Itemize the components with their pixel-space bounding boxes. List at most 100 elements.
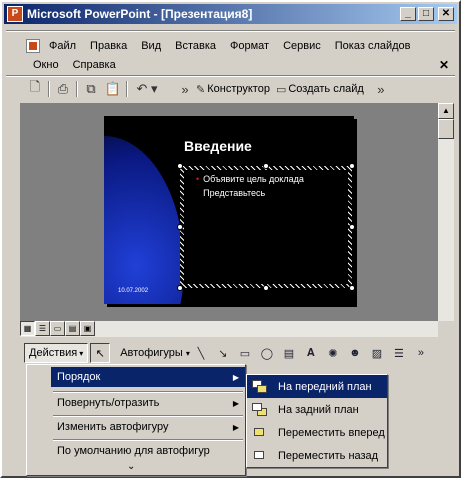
resize-handle[interactable] [349,224,354,230]
menu-item-order[interactable]: Порядок ▶ [51,367,245,387]
submenu-item-send-backward[interactable]: Переместить назад [247,444,387,467]
textbox-tool-icon[interactable]: ▤ [278,347,300,360]
bullet-icon: • [196,174,200,184]
menu-bar-row2: Окно Справка ✕ [4,56,457,74]
close-button[interactable]: ✕ [438,7,454,21]
drawing-toolbar: Действия ▾ ↖ Автофигуры ▾ ╲ ↘ ▭ ◯ ▤ 𝐀 ✺ … [4,342,457,364]
menu-view[interactable]: Вид [134,40,168,52]
menu-file[interactable]: Файл [42,40,83,52]
horizontal-scrollbar[interactable]: ▦ ☰ ▭ ▤ ▣ [20,321,438,337]
resize-handle[interactable] [263,285,269,291]
vertical-scrollbar[interactable]: ▲ [438,103,454,321]
toolbar-more-icon[interactable]: » [174,79,196,99]
toolbar-separator [48,81,50,97]
resize-handle[interactable] [349,163,354,169]
normal-view-icon[interactable]: ▦ [20,321,35,336]
menu-item-label: По умолчанию для автофигур [57,445,210,457]
select-pointer-icon[interactable]: ↖ [90,343,111,363]
resize-handle[interactable] [177,224,183,230]
rectangle-tool-icon[interactable]: ▭ [234,347,256,360]
menu-help[interactable]: Справка [66,59,123,71]
wordart-icon[interactable]: 𝐀 [300,347,322,360]
send-to-back-icon [252,402,268,417]
menu-tools[interactable]: Сервис [276,40,328,52]
oval-tool-icon[interactable]: ◯ [256,347,278,360]
scroll-up-icon[interactable]: ▲ [438,103,454,119]
outline-view-icon[interactable]: ☰ [35,321,50,336]
slide-workspace[interactable]: Введение 10.07.2002 • Объявите цель докла… [20,103,438,321]
slide-view-icon[interactable]: ▭ [50,321,65,336]
bring-forward-icon [252,426,268,440]
send-backward-icon [252,449,268,463]
new-slide-label: Создать слайд [288,83,364,95]
document-icon[interactable] [26,39,40,53]
designer-button[interactable]: ✎ Конструктор [196,83,270,96]
bullet-text: Представьтесь [203,188,266,198]
resize-handle[interactable] [349,285,354,291]
menu-item-change-autoshape[interactable]: Изменить автофигуру ▶ [51,417,245,437]
menu-edit[interactable]: Правка [83,40,134,52]
text-placeholder[interactable]: •Объявите цель доклада •Представьтесь [180,166,352,288]
submenu-item-label: На задний план [278,403,359,416]
title-bar[interactable]: P Microsoft PowerPoint - [Презентация8] … [4,4,457,24]
line-style-icon[interactable]: ☰ [388,347,410,360]
submenu-arrow-icon: ▶ [232,422,239,432]
submenu-item-label: Переместить вперед [278,426,385,439]
menu-slide-show[interactable]: Показ слайдов [328,40,418,52]
bullet-item[interactable]: • Объявите цель доклада [196,174,304,184]
new-document-icon[interactable]: 🗋 [24,79,46,99]
submenu-item-bring-to-front[interactable]: На передний план [247,375,387,398]
submenu-item-label: На передний план [278,380,372,393]
undo-icon[interactable]: ↶ ▾ [130,79,164,99]
menu-expand-icon[interactable]: ⌄ [127,461,135,472]
powerpoint-window: P Microsoft PowerPoint - [Презентация8] … [0,0,461,478]
scroll-thumb[interactable] [438,119,454,139]
menu-item-label: Повернуть/отразить [57,397,160,409]
print-icon[interactable]: ⎙ [52,79,74,99]
drawbar-more-icon[interactable]: » [410,347,432,359]
submenu-item-send-to-back[interactable]: На задний план [247,398,387,421]
menu-window[interactable]: Окно [26,59,66,71]
slide-date: 10.07.2002 [118,288,149,294]
submenu-item-bring-forward[interactable]: Переместить вперед [247,421,387,444]
menu-insert[interactable]: Вставка [168,40,223,52]
slide-title[interactable]: Введение [184,138,252,154]
bullet-text: Объявите цель доклада [203,174,304,184]
insert-picture-icon[interactable]: ▨ [366,347,388,360]
designer-icon: ✎ [196,83,206,96]
divider [6,75,455,77]
menu-item-autoshape-defaults[interactable]: По умолчанию для автофигур [51,441,245,461]
diagram-icon[interactable]: ✺ [322,347,344,360]
slideshow-view-icon[interactable]: ▣ [80,321,95,336]
designer-label: Конструктор [207,83,270,95]
slide-canvas[interactable]: Введение 10.07.2002 • Объявите цель докла… [104,116,354,304]
minimize-button[interactable]: _ [400,7,416,21]
dropdown-arrow-icon: ▾ [79,348,84,358]
menu-item-label: Изменить автофигуру [57,421,169,433]
bullet-item[interactable]: •Представьтесь [196,188,265,198]
standard-toolbar: 🗋 ⎙ ⧉ 📋 ↶ ▾ » ✎ Конструктор ▭ Создать сл… [4,78,457,100]
menu-item-rotate-flip[interactable]: Повернуть/отразить ▶ [51,393,245,413]
powerpoint-app-icon[interactable]: P [7,6,23,22]
toolbar-more-icon[interactable]: » [370,79,392,99]
submenu-arrow-icon: ▶ [232,372,239,382]
actions-menu: Порядок ▶ Повернуть/отразить ▶ Изменить … [26,364,246,476]
clipart-icon[interactable]: ☻ [344,347,366,359]
copy-icon[interactable]: ⧉ [80,79,102,99]
line-tool-icon[interactable]: ╲ [190,347,212,360]
resize-handle[interactable] [177,285,183,291]
arrow-tool-icon[interactable]: ↘ [212,347,234,360]
menu-format[interactable]: Формат [223,40,276,52]
actions-button[interactable]: Действия ▾ [24,343,89,363]
paste-icon[interactable]: 📋 [102,79,124,99]
sorter-view-icon[interactable]: ▤ [65,321,80,336]
new-slide-button[interactable]: ▭ Создать слайд [276,83,364,96]
toolbar-separator [76,81,78,97]
resize-handle[interactable] [177,163,183,169]
maximize-button[interactable]: □ [418,7,434,21]
new-slide-icon: ▭ [275,83,287,96]
document-close-icon[interactable]: ✕ [439,58,449,72]
menu-item-label: Порядок [57,371,101,383]
resize-handle[interactable] [263,163,269,169]
autoshapes-button[interactable]: Автофигуры ▾ [120,347,190,359]
